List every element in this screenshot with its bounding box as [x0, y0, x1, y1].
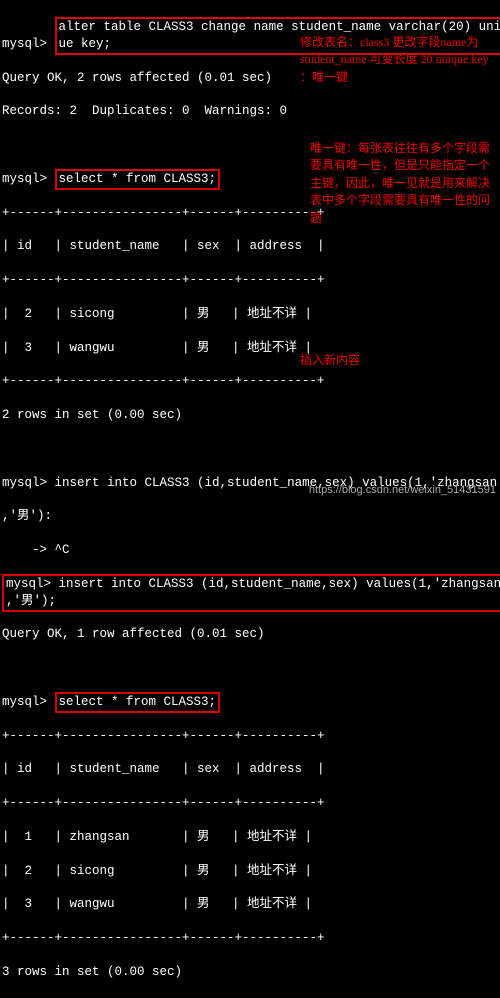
table-border: +------+----------------+------+--------… [2, 373, 498, 390]
watermark: https://blog.csdn.net/weixin_51431591 [309, 483, 496, 498]
annotation-insert: 插入新内容 [300, 352, 400, 369]
table-row: | 2 | sicong | 男 | 地址不详 | [2, 306, 498, 323]
table-row: | 2 | sicong | 男 | 地址不详 | [2, 863, 498, 880]
cmd-line: mysql> select * from CLASS3; [2, 694, 498, 711]
blank-line [2, 660, 498, 677]
result-line: 3 rows in set (0.00 sec) [2, 964, 498, 981]
sql-insert-box: mysql> insert into CLASS3 (id,student_na… [2, 574, 500, 612]
sql-insert: insert into CLASS3 (id,student_name,sex)… [59, 577, 500, 591]
prompt: mysql> [2, 37, 47, 51]
table-header: | id | student_name | sex | address | [2, 761, 498, 778]
table-border: +------+----------------+------+--------… [2, 728, 498, 745]
result-line: Query OK, 1 row affected (0.01 sec) [2, 626, 498, 643]
prompt: mysql> [2, 172, 47, 186]
cmd-line-cont: ,'男'): [2, 508, 498, 525]
annotation-alter: 修改表名：class3 更改字段name为 student_name 可变长度 … [300, 34, 490, 86]
table-border: +------+----------------+------+--------… [2, 930, 498, 947]
sql-insert-l2: ,'男'); [6, 594, 56, 608]
prompt: mysql> [2, 695, 47, 709]
prompt: mysql> [6, 577, 51, 591]
table-row: | 3 | wangwu | 男 | 地址不详 | [2, 340, 498, 357]
table-header: | id | student_name | sex | address | [2, 238, 498, 255]
result-line: 2 rows in set (0.00 sec) [2, 407, 498, 424]
blank-line [2, 441, 498, 458]
cmd-line-cancel: -> ^C [2, 542, 498, 559]
sql-select: select * from CLASS3; [55, 692, 221, 713]
annotation-unique-key: 唯一键：每张表往往有多个字段需要具有唯一性，但是只能指定一个主键，因此，唯一见就… [310, 140, 496, 227]
table-row: | 3 | wangwu | 男 | 地址不详 | [2, 896, 498, 913]
cmd-line-box: mysql> insert into CLASS3 (id,student_na… [2, 576, 498, 610]
table-border: +------+----------------+------+--------… [2, 795, 498, 812]
result-line: Records: 2 Duplicates: 0 Warnings: 0 [2, 103, 498, 120]
table-row: | 1 | zhangsan | 男 | 地址不详 | [2, 829, 498, 846]
sql-select: select * from CLASS3; [55, 169, 221, 190]
table-border: +------+----------------+------+--------… [2, 272, 498, 289]
prompt: mysql> [2, 476, 47, 490]
